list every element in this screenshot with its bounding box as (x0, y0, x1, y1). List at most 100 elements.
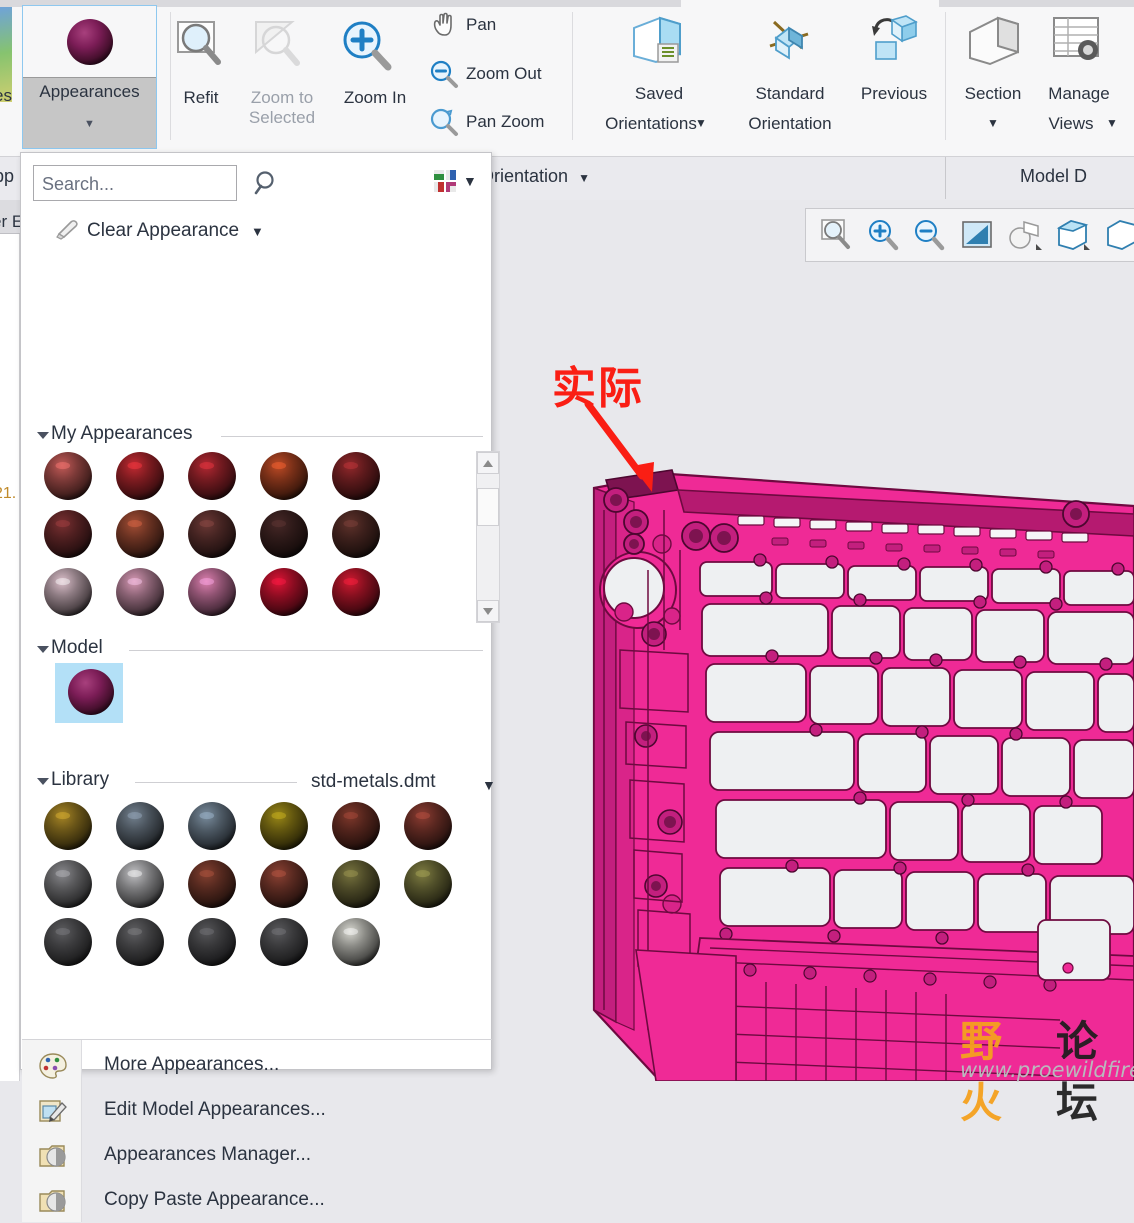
pan-zoom-label[interactable]: Pan Zoom (466, 112, 544, 132)
menu-item-edit-model-appearances[interactable]: Edit Model Appearances... (22, 1088, 492, 1133)
appearances-button[interactable]: Appearances ▼ (22, 5, 157, 149)
swatch-maroon-1[interactable] (187, 451, 259, 509)
refit-icon[interactable] (818, 216, 856, 254)
swatch-brass[interactable] (43, 801, 115, 859)
swatch-steel-blue-2[interactable] (187, 801, 259, 859)
perspective-icon[interactable] (1102, 216, 1134, 254)
swatch-silver[interactable] (331, 917, 403, 975)
model-appearance-sphere[interactable] (67, 668, 115, 716)
search-icon[interactable] (253, 169, 281, 197)
caret-down-icon[interactable] (37, 646, 49, 653)
swatch-cocoa-1[interactable] (187, 509, 259, 567)
display-style-icon[interactable] (1006, 216, 1044, 254)
swatch-steel-blue[interactable] (115, 801, 187, 859)
swatch-dark-rose-1[interactable] (43, 451, 115, 509)
standard-orientation-icon[interactable] (756, 10, 822, 72)
standard-orientation-line1[interactable]: Standard (742, 84, 838, 104)
section-label[interactable]: Section (952, 84, 1034, 104)
swatch-olive-gold[interactable] (259, 801, 331, 859)
model-appearance-swatch-selected[interactable] (55, 663, 123, 723)
scrollbar-thumb[interactable] (477, 488, 499, 526)
swatch-brick-1[interactable] (115, 509, 187, 567)
swatch-deep-maroon-1[interactable] (331, 451, 403, 509)
sphere-icon (260, 510, 308, 558)
previous-label[interactable]: Previous (848, 84, 940, 104)
refit-label[interactable]: Refit (170, 88, 232, 108)
swatch-ruby-2[interactable] (331, 567, 403, 625)
chevron-down-icon[interactable]: ▼ (463, 173, 477, 189)
chevron-down-icon[interactable]: ▼ (692, 116, 710, 130)
group-header-model[interactable]: Model (37, 637, 483, 663)
zoom-in-icon[interactable] (334, 14, 398, 78)
sphere-icon (116, 452, 164, 500)
zoom-to-selected-icon (255, 21, 300, 66)
menu-item-copy-paste-appearance[interactable]: Copy Paste Appearance... (22, 1178, 492, 1223)
repaint-icon[interactable] (958, 216, 996, 254)
swatch-dark-wine-1[interactable] (43, 509, 115, 567)
swatch-olive-drab-2[interactable] (403, 859, 475, 917)
hand-pan-icon[interactable] (428, 9, 460, 41)
refit-icon[interactable] (170, 14, 232, 76)
menu-item-more-appearances[interactable]: More Appearances... (22, 1043, 492, 1088)
group-header-my-appearances[interactable]: My Appearances (37, 423, 483, 449)
caret-down-icon[interactable] (37, 432, 49, 439)
swatch-crimson-1[interactable] (115, 451, 187, 509)
swatch-charcoal-4[interactable] (259, 917, 331, 975)
zoom-in-label[interactable]: Zoom In (328, 88, 422, 108)
chevron-down-icon[interactable]: ▼ (1104, 116, 1120, 130)
swatch-rose-plum-1[interactable] (187, 567, 259, 625)
zoom-out-icon[interactable] (428, 58, 460, 90)
swatch-olive-drab[interactable] (331, 859, 403, 917)
swatch-charcoal-3[interactable] (187, 917, 259, 975)
chevron-down-icon[interactable]: ▼ (23, 118, 156, 130)
manage-views-icon[interactable] (1046, 10, 1108, 72)
view-cube-icon[interactable] (1054, 216, 1092, 254)
active-tab-indicator[interactable] (681, 0, 939, 7)
standard-orientation-line2[interactable]: Orientation (738, 114, 842, 134)
zoom-out-icon[interactable] (910, 216, 948, 254)
menu-item-appearances-manager[interactable]: Appearances Manager... (22, 1133, 492, 1178)
group-rule (135, 782, 297, 783)
swatch-grid-my-appearances[interactable] (43, 451, 473, 627)
swatch-ruby-1[interactable] (259, 567, 331, 625)
swatch-copper-dark-2[interactable] (259, 859, 331, 917)
ribbon-separator-3 (945, 12, 946, 140)
saved-orientations-line1[interactable]: Saved (600, 84, 718, 104)
chevron-down-icon[interactable]: ▼ (952, 116, 1034, 130)
model-laptop-chassis[interactable] (560, 450, 1134, 1081)
swatch-copper-dark[interactable] (187, 859, 259, 917)
swatch-dark-brown-1[interactable] (331, 509, 403, 567)
section-icon[interactable] (962, 10, 1024, 72)
search-input[interactable]: Search... (33, 165, 237, 201)
swatch-rust-1[interactable] (259, 451, 331, 509)
pan-label[interactable]: Pan (466, 15, 496, 35)
swatch-near-black-1[interactable] (259, 509, 331, 567)
swatch-plum-grey-1[interactable] (115, 567, 187, 625)
chevron-down-icon[interactable]: ▼ (251, 224, 264, 239)
swatch-oxide-red[interactable] (331, 801, 403, 859)
swatch-oxide-red-2[interactable] (403, 801, 475, 859)
manage-views-line1[interactable]: Manage (1036, 84, 1122, 104)
swatch-light-grey[interactable] (115, 859, 187, 917)
swatch-mauve-1[interactable] (43, 567, 115, 625)
swatch-grey-metal[interactable] (43, 859, 115, 917)
pan-zoom-icon[interactable] (428, 106, 460, 138)
swatch-grid-icon[interactable] (433, 169, 457, 193)
zoom-out-label[interactable]: Zoom Out (466, 64, 542, 84)
caret-down-icon[interactable] (37, 778, 49, 785)
library-file-name[interactable]: std-metals.dmt (311, 771, 436, 793)
swatch-charcoal-2[interactable] (115, 917, 187, 975)
swatch-grid-library[interactable] (43, 801, 483, 981)
scroll-down-button[interactable] (477, 600, 499, 622)
scroll-up-button[interactable] (477, 452, 499, 474)
my-appearances-scrollbar[interactable] (476, 451, 500, 623)
zoom-in-icon[interactable] (864, 216, 902, 254)
chevron-down-icon[interactable]: ▼ (578, 171, 590, 185)
manage-views-line2[interactable]: Views (1028, 114, 1114, 134)
swatch-charcoal-1[interactable] (43, 917, 115, 975)
saved-orientations-icon[interactable] (626, 10, 688, 72)
chevron-down-icon[interactable]: ▼ (482, 777, 496, 793)
previous-orientation-icon[interactable] (862, 10, 924, 72)
model-display-group-title: Model D (1020, 166, 1088, 186)
menu-divider (22, 1039, 492, 1040)
